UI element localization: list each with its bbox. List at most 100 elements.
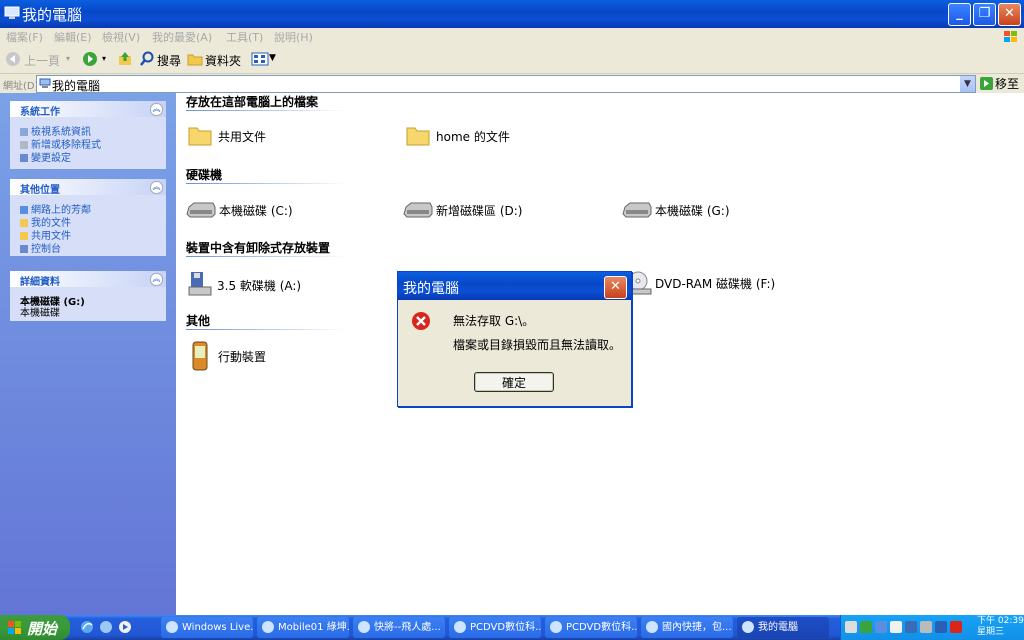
shared-documents-label: 共用文件 bbox=[218, 130, 267, 144]
taskbar-item-active[interactable]: 我的電腦 bbox=[737, 617, 829, 638]
task-pane: 系統工作 ︽ 檢視系統資訊 新增或移除程式 變更設定 其他位置 ︽ 網路上的芳鄰… bbox=[0, 93, 176, 615]
folder-icon bbox=[188, 127, 212, 146]
windows-flag-icon bbox=[1004, 31, 1017, 42]
close-button[interactable]: ✕ bbox=[998, 3, 1021, 26]
back-button[interactable]: 上一頁 bbox=[24, 52, 60, 69]
address-label: 網址(D) bbox=[3, 81, 39, 92]
ie-icon bbox=[262, 621, 274, 633]
error-dialog: 我的電腦 ✕ 無法存取 G:\。 檔案或目錄損毀而且無法讀取。 確定 bbox=[397, 271, 632, 407]
dvd-label: DVD-RAM 磁碟機 (F:) bbox=[655, 277, 776, 291]
panel-header[interactable]: 詳細資料 ︽ bbox=[10, 271, 166, 288]
task-change-settings[interactable]: 變更設定 bbox=[20, 149, 71, 164]
address-input[interactable]: 我的電腦 ▼ bbox=[36, 75, 976, 93]
taskbar-item[interactable]: Mobile01 綠坤... bbox=[257, 617, 349, 638]
mobile-device-icon bbox=[192, 341, 208, 371]
collapse-chevron-icon[interactable]: ︽ bbox=[150, 181, 163, 194]
folder-icon bbox=[20, 219, 28, 227]
details-title: 詳細資料 bbox=[20, 277, 60, 288]
drive-d-item[interactable]: 新增磁碟區 (D:) bbox=[403, 201, 522, 222]
tray-app-icon[interactable] bbox=[905, 621, 917, 633]
network-icon bbox=[20, 206, 28, 214]
address-dropdown-icon[interactable]: ▼ bbox=[960, 76, 975, 92]
floppy-label: 3.5 軟碟機 (A:) bbox=[217, 279, 302, 293]
taskbar-item[interactable]: PCDVD數位科... bbox=[545, 617, 637, 638]
restore-button[interactable]: ❐ bbox=[973, 3, 996, 26]
clock-time: 下午 02:39 bbox=[977, 616, 1024, 626]
place-control-panel[interactable]: 控制台 bbox=[20, 240, 61, 255]
collapse-chevron-icon[interactable]: ︽ bbox=[150, 273, 163, 286]
section-files-title: 存放在這部電腦上的檔案 bbox=[186, 95, 319, 109]
tray-volume-icon[interactable] bbox=[920, 621, 932, 633]
search-button[interactable]: 搜尋 bbox=[157, 52, 181, 69]
collapse-chevron-icon[interactable]: ︽ bbox=[150, 103, 163, 116]
system-tasks-title: 系統工作 bbox=[20, 107, 60, 118]
floppy-item[interactable]: 3.5 軟碟機 (A:) bbox=[188, 271, 301, 300]
folders-button[interactable]: 資料夾 bbox=[205, 52, 241, 69]
quicklaunch-icon[interactable] bbox=[99, 620, 113, 634]
menu-view[interactable]: 檢視(V) bbox=[102, 29, 140, 45]
other-places-panel: 其他位置 ︽ 網路上的芳鄰 我的文件 共用文件 控制台 bbox=[10, 179, 166, 256]
media-player-icon[interactable] bbox=[118, 620, 132, 634]
tray-antivirus-icon[interactable] bbox=[950, 621, 962, 633]
section-divider bbox=[186, 110, 346, 111]
mobile-device-label: 行動裝置 bbox=[218, 350, 267, 364]
toolbar: 上一頁 ▾ ▾ 搜尋 資料夾 ▼ bbox=[0, 46, 1024, 74]
menu-edit[interactable]: 編輯(E) bbox=[54, 29, 92, 45]
mobile-device-item[interactable]: 行動裝置 bbox=[192, 341, 266, 374]
start-button[interactable]: 開始 bbox=[0, 615, 70, 640]
other-places-title: 其他位置 bbox=[20, 185, 60, 196]
taskbar-item[interactable]: 國內快捷，包... bbox=[641, 617, 733, 638]
drive-g-item[interactable]: 本機磁碟 (G:) bbox=[622, 201, 730, 222]
drive-c-item[interactable]: 本機磁碟 (C:) bbox=[186, 201, 293, 222]
taskbar-item[interactable]: PCDVD數位科... bbox=[449, 617, 541, 638]
back-dropdown-icon[interactable]: ▾ bbox=[66, 54, 70, 63]
ie-quicklaunch-icon[interactable] bbox=[80, 620, 94, 634]
tray-app-icon[interactable] bbox=[890, 621, 902, 633]
tray-app-icon[interactable] bbox=[875, 621, 887, 633]
tray-network-icon[interactable] bbox=[860, 621, 872, 633]
app-icon bbox=[166, 621, 178, 633]
back-arrow-icon[interactable] bbox=[5, 51, 21, 67]
panel-header[interactable]: 其他位置 ︽ bbox=[10, 179, 166, 196]
clock[interactable]: 下午 02:39 星期三 bbox=[977, 616, 1024, 638]
go-arrow-icon[interactable] bbox=[980, 77, 993, 90]
hard-drive-icon bbox=[186, 202, 216, 218]
dialog-title: 我的電腦 bbox=[403, 281, 459, 297]
minimize-button[interactable]: _ bbox=[948, 3, 971, 26]
up-folder-icon[interactable] bbox=[117, 51, 133, 67]
menu-file[interactable]: 檔案(F) bbox=[6, 29, 43, 45]
menu-help[interactable]: 說明(H) bbox=[274, 29, 313, 45]
menu-favorites[interactable]: 我的最愛(A) bbox=[152, 29, 212, 45]
menu-bar: 檔案(F) 編輯(E) 檢視(V) 我的最愛(A) 工具(T) 說明(H) bbox=[0, 28, 1024, 46]
title-bar[interactable]: 我的電腦 _ ❐ ✕ bbox=[0, 0, 1024, 28]
tray-app-icon[interactable] bbox=[935, 621, 947, 633]
taskbar-item[interactable]: Windows Live... bbox=[161, 617, 253, 638]
tray-keyboard-icon[interactable] bbox=[845, 621, 857, 633]
start-label: 開始 bbox=[27, 620, 58, 638]
section-divider bbox=[186, 256, 346, 257]
drive-g-label: 本機磁碟 (G:) bbox=[655, 204, 730, 218]
view-dropdown-icon[interactable]: ▼ bbox=[269, 53, 276, 63]
home-documents-item[interactable]: home 的文件 bbox=[406, 124, 510, 149]
dialog-title-bar[interactable]: 我的電腦 ✕ bbox=[398, 272, 631, 300]
go-button[interactable]: 移至 bbox=[995, 75, 1019, 92]
panel-header[interactable]: 系統工作 ︽ bbox=[10, 101, 166, 118]
shared-documents-item[interactable]: 共用文件 bbox=[188, 124, 266, 149]
my-computer-icon bbox=[39, 78, 51, 88]
folder-icon bbox=[406, 127, 430, 146]
error-icon bbox=[412, 312, 430, 330]
my-computer-icon bbox=[742, 621, 754, 633]
forward-dropdown-icon[interactable]: ▾ bbox=[102, 54, 106, 63]
menu-tools[interactable]: 工具(T) bbox=[226, 29, 263, 45]
section-divider bbox=[186, 329, 346, 330]
view-mode-icon[interactable] bbox=[251, 52, 269, 66]
folder-icon bbox=[20, 232, 28, 240]
ie-icon bbox=[550, 621, 562, 633]
drive-d-label: 新增磁碟區 (D:) bbox=[436, 204, 523, 218]
taskbar-item[interactable]: 快將--飛人處... bbox=[353, 617, 445, 638]
hard-drive-icon bbox=[403, 202, 433, 218]
ok-button[interactable]: 確定 bbox=[474, 372, 554, 392]
forward-arrow-icon[interactable] bbox=[82, 51, 98, 67]
dialog-close-button[interactable]: ✕ bbox=[604, 276, 627, 299]
details-type: 本機磁碟 bbox=[20, 308, 60, 319]
